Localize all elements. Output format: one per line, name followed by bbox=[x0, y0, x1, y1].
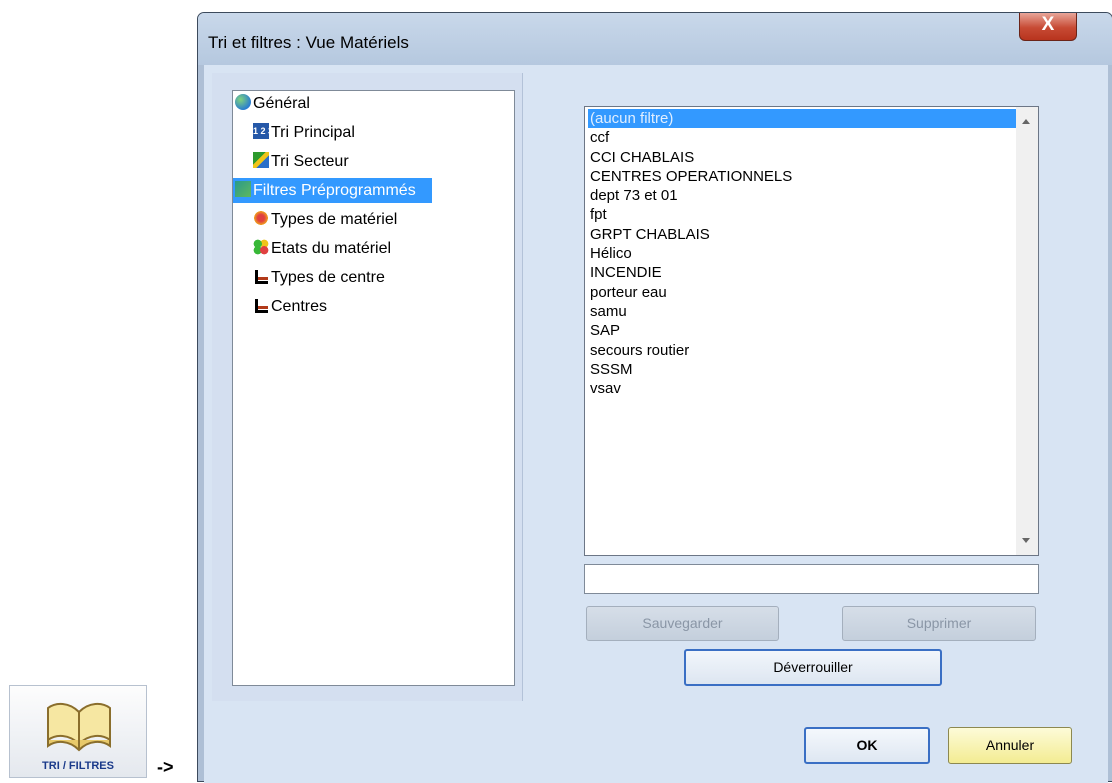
left-panel: Général 1 2 3Tri Principal Tri Secteur Filt… bbox=[212, 73, 523, 701]
tree-item-label: Filtres Préprogrammés bbox=[253, 182, 416, 199]
list-item[interactable]: CENTRES OPERATIONNELS bbox=[588, 167, 1016, 186]
centre-icon bbox=[253, 296, 269, 313]
close-icon: X bbox=[1041, 14, 1055, 35]
tree-item-label: Types de centre bbox=[271, 269, 385, 286]
tree-item-6[interactable]: Types de centre bbox=[253, 265, 385, 290]
cancel-button[interactable]: Annuler bbox=[948, 727, 1072, 764]
list-item[interactable]: porteur eau bbox=[588, 283, 1016, 302]
close-button[interactable]: X bbox=[1019, 13, 1077, 41]
filter-list-items: (aucun filtre) ccf CCI CHABLAIS CENTRES OPE… bbox=[588, 109, 1016, 398]
list-item[interactable]: ccf bbox=[588, 128, 1016, 147]
list-item[interactable]: CCI CHABLAIS bbox=[588, 148, 1016, 167]
tree-item-4[interactable]: Types de matériel bbox=[253, 207, 397, 232]
scroll-up-icon[interactable] bbox=[1022, 119, 1030, 124]
tree-item-label: Centres bbox=[271, 298, 328, 315]
list-item[interactable]: SAP bbox=[588, 321, 1016, 340]
globe-icon bbox=[235, 93, 251, 110]
numbered-list-icon: 1 2 3 bbox=[253, 122, 273, 139]
centre-type-icon bbox=[253, 267, 269, 284]
right-panel: (aucun filtre) ccf CCI CHABLAIS CENTRES OPE… bbox=[526, 73, 1100, 701]
tree-item-label: Tri Secteur bbox=[271, 153, 349, 170]
material-state-icon bbox=[253, 238, 269, 255]
tree-item-label: Général bbox=[253, 95, 310, 112]
tri-filtres-label: TRI / FILTRES bbox=[42, 760, 114, 772]
list-item[interactable]: vsav bbox=[588, 379, 1016, 398]
list-item[interactable]: Hélico bbox=[588, 244, 1016, 263]
tri-filtres-toolbar-button[interactable]: TRI / FILTRES bbox=[9, 685, 147, 778]
dialog-title: Tri et filtres : Vue Matériels bbox=[208, 33, 409, 52]
tri-filtres-dialog: Tri et filtres : Vue Matériels X Général… bbox=[197, 12, 1112, 783]
list-item[interactable]: INCENDIE bbox=[588, 263, 1016, 282]
save-button[interactable]: Sauvegarder bbox=[586, 606, 779, 641]
ok-button[interactable]: OK bbox=[804, 727, 930, 764]
list-item[interactable]: (aucun filtre) bbox=[588, 109, 1016, 129]
filters-icon bbox=[235, 180, 251, 197]
vertical-scrollbar[interactable] bbox=[1016, 107, 1038, 555]
tree-item-5[interactable]: Etats du matériel bbox=[253, 236, 391, 261]
list-item[interactable]: secours routier bbox=[588, 341, 1016, 360]
delete-button[interactable]: Supprimer bbox=[842, 606, 1036, 641]
filter-name-input[interactable] bbox=[584, 564, 1039, 594]
book-icon bbox=[47, 702, 111, 752]
tree-item-label: Etats du matériel bbox=[271, 240, 392, 257]
unlock-button[interactable]: Déverrouiller bbox=[684, 649, 942, 686]
tree-item-1[interactable]: 1 2 3Tri Principal bbox=[253, 120, 355, 145]
list-item[interactable]: samu bbox=[588, 302, 1016, 321]
filter-listbox[interactable]: (aucun filtre) ccf CCI CHABLAIS CENTRES OPE… bbox=[584, 106, 1039, 556]
list-item[interactable]: fpt bbox=[588, 205, 1016, 224]
list-item[interactable]: GRPT CHABLAIS bbox=[588, 225, 1016, 244]
tree-item-label: Types de matériel bbox=[271, 211, 398, 228]
tree-item-label: Tri Principal bbox=[271, 124, 355, 141]
tree-item-0[interactable]: Général bbox=[235, 91, 310, 116]
tree-item-7[interactable]: Centres bbox=[253, 294, 327, 319]
title-bar[interactable]: Tri et filtres : Vue Matériels X bbox=[198, 13, 1112, 65]
material-type-icon bbox=[253, 209, 269, 226]
tree-item-2[interactable]: Tri Secteur bbox=[253, 149, 349, 174]
dialog-client-area: Général 1 2 3Tri Principal Tri Secteur Filt… bbox=[204, 65, 1108, 783]
navigation-tree: Général 1 2 3Tri Principal Tri Secteur Filt… bbox=[232, 90, 515, 686]
tree-item-3[interactable]: Filtres Préprogrammés bbox=[233, 178, 432, 203]
list-item[interactable]: SSSM bbox=[588, 360, 1016, 379]
scroll-down-icon[interactable] bbox=[1022, 538, 1030, 543]
sector-map-icon bbox=[253, 151, 269, 168]
list-item[interactable]: dept 73 et 01 bbox=[588, 186, 1016, 205]
arrow-indicator: -> bbox=[157, 757, 174, 777]
